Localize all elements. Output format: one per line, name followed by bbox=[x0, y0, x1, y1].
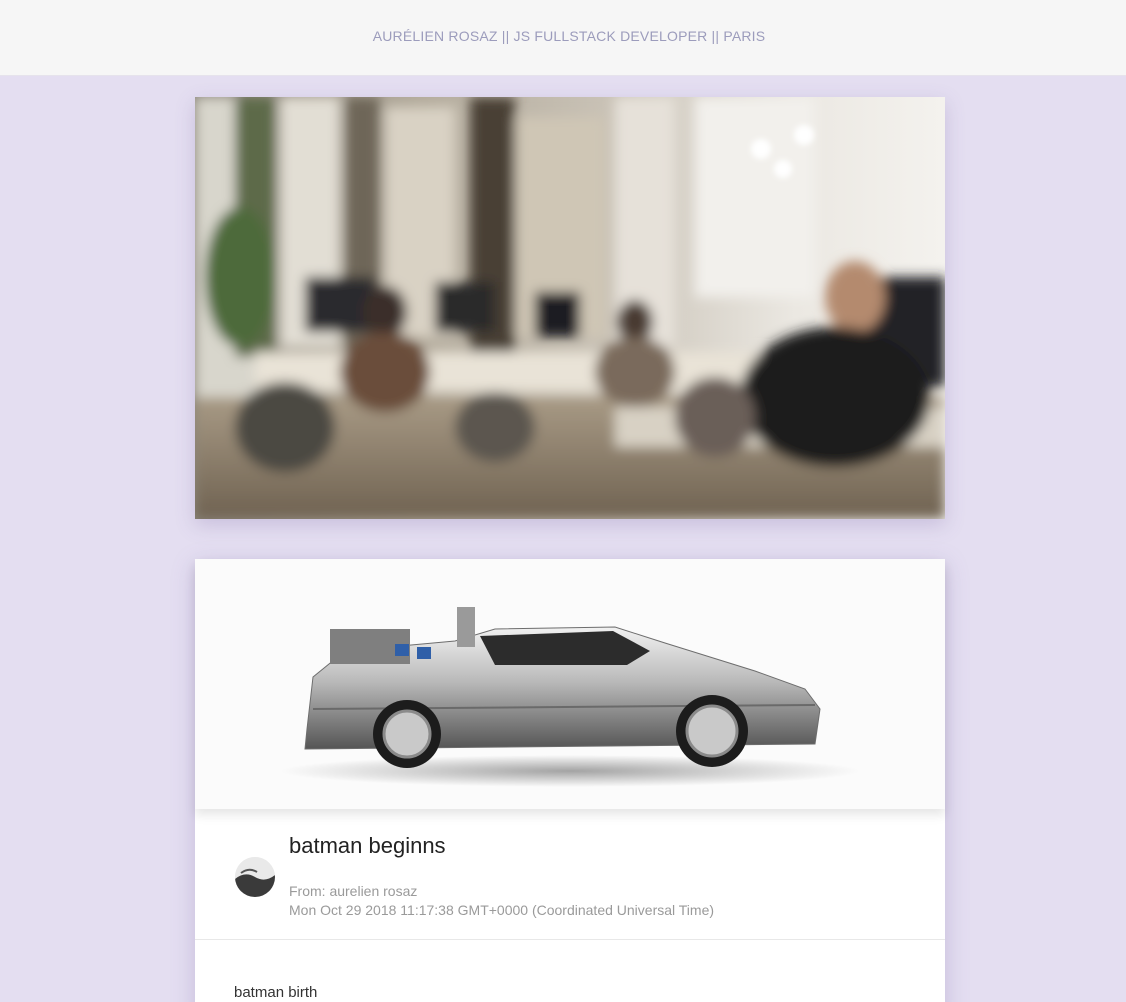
delorean-car bbox=[280, 607, 860, 787]
post-date: Mon Oct 29 2018 11:17:38 GMT+0000 (Coord… bbox=[289, 902, 715, 918]
post-header: batman beginns From: aurelien rosaz Mon … bbox=[195, 809, 945, 940]
post-title[interactable]: batman beginns bbox=[289, 833, 446, 859]
office-photo bbox=[195, 97, 945, 519]
post-body: batman birth bbox=[234, 984, 318, 1001]
hero-image bbox=[195, 97, 945, 519]
post-author: From: aurelien rosaz bbox=[289, 883, 418, 899]
post-card[interactable]: batman beginns From: aurelien rosaz Mon … bbox=[195, 559, 945, 1002]
top-bar: AURÉLIEN ROSAZ || JS FULLSTACK DEVELOPER… bbox=[0, 0, 1126, 76]
post-image bbox=[195, 559, 945, 809]
avatar[interactable] bbox=[235, 857, 275, 897]
avatar-image bbox=[235, 857, 275, 897]
site-title[interactable]: AURÉLIEN ROSAZ || JS FULLSTACK DEVELOPER… bbox=[373, 28, 766, 44]
